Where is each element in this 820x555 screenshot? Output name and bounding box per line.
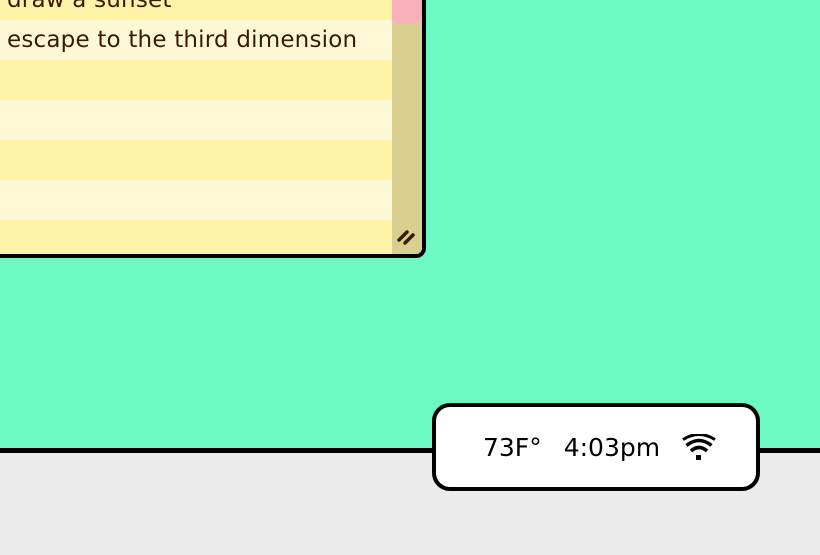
- scrollbar[interactable]: [392, 0, 422, 254]
- wifi-icon[interactable]: [682, 434, 716, 462]
- scroll-thumb[interactable]: [392, 0, 422, 24]
- clock-label: 4:03pm: [563, 432, 661, 462]
- notes-list: draw a sunset escape to the third dimens…: [0, 0, 396, 254]
- status-pill[interactable]: 73F° 4:03pm: [432, 403, 760, 491]
- temperature-label: 73F°: [483, 432, 542, 462]
- list-item[interactable]: draw a sunset: [0, 0, 396, 20]
- list-item[interactable]: [0, 180, 396, 220]
- resize-handle-icon[interactable]: [396, 226, 416, 246]
- notes-window[interactable]: draw a sunset escape to the third dimens…: [0, 0, 426, 258]
- list-item[interactable]: [0, 220, 396, 254]
- list-item[interactable]: [0, 60, 396, 100]
- list-item[interactable]: escape to the third dimension: [0, 20, 396, 60]
- list-item[interactable]: [0, 140, 396, 180]
- list-item[interactable]: [0, 100, 396, 140]
